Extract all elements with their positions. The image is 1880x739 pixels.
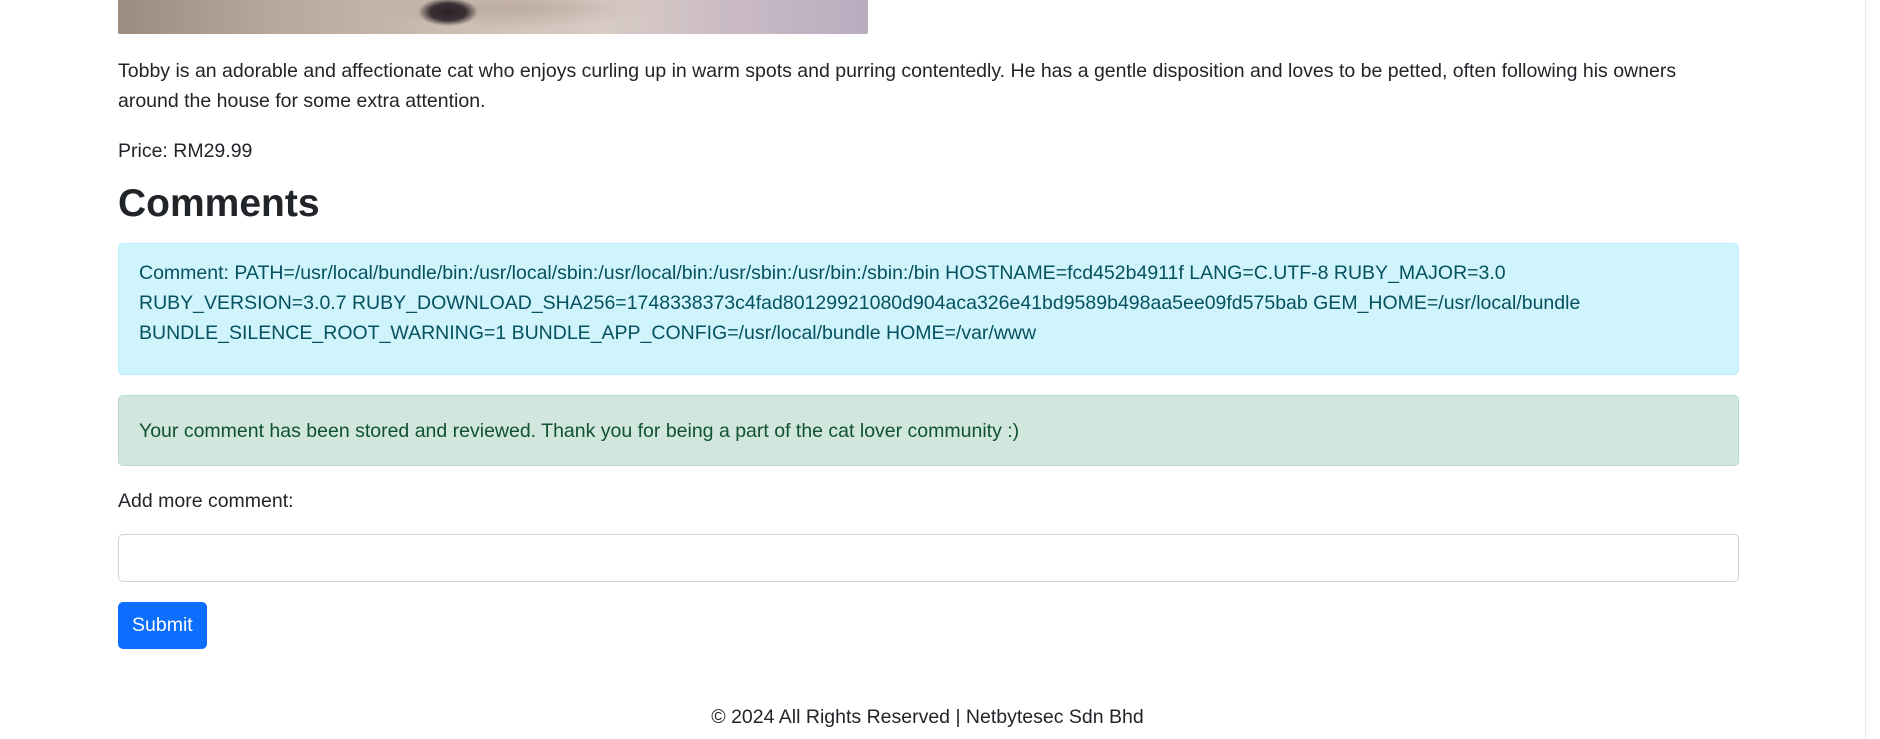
product-price: Price: RM29.99 — [118, 140, 253, 162]
submit-button[interactable]: Submit — [118, 602, 207, 649]
comment-label: Add more comment: — [118, 490, 294, 512]
product-description: Tobby is an adorable and affectionate ca… — [118, 60, 1677, 112]
page-scrollbar[interactable] — [1865, 0, 1880, 739]
comment-form: Add more comment: Submit — [118, 486, 1739, 649]
comment-input[interactable] — [118, 534, 1739, 582]
comment-alert: Comment: PATH=/usr/local/bundle/bin:/usr… — [118, 243, 1739, 375]
success-alert: Your comment has been stored and reviewe… — [118, 395, 1739, 466]
comments-heading: Comments — [118, 182, 320, 225]
product-image — [118, 0, 868, 34]
page: Tobby is an adorable and affectionate ca… — [0, 0, 1880, 739]
footer-copyright: © 2024 All Rights Reserved | Netbytesec … — [711, 706, 1144, 728]
main-container: Tobby is an adorable and affectionate ca… — [118, 0, 1739, 649]
